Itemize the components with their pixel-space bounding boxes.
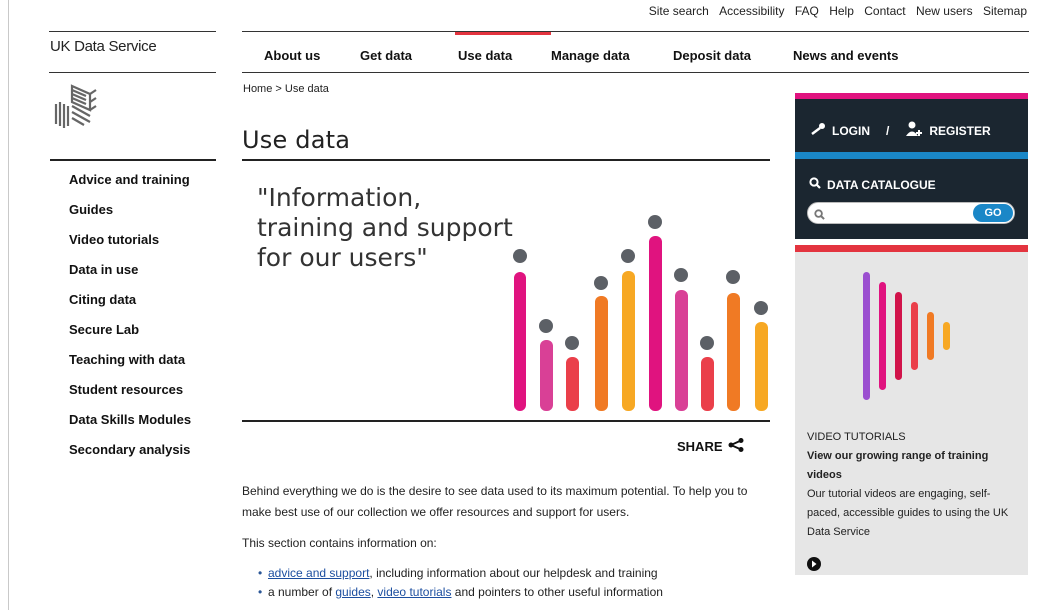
search-icon [814,207,825,225]
utility-link-faq[interactable]: FAQ [795,4,819,18]
brand-name[interactable]: UK Data Service [50,38,157,55]
sidebar-item-data-in-use[interactable]: Data in use [69,262,191,292]
hero-bar [726,270,740,411]
data-catalogue-panel: DATA CATALOGUE GO [795,152,1028,239]
login-row: LOGIN / REGISTER [810,121,991,140]
hero-bar [754,301,768,411]
brand-logo-icon[interactable] [50,80,102,137]
page-frame-left [8,0,9,610]
list-item: a number of guides, video tutorials and … [258,583,762,602]
utility-link-contact[interactable]: Contact [864,4,905,18]
main-nav-news-and-events[interactable]: News and events [793,32,913,72]
hero-bar [621,249,635,411]
hero-bar [539,319,553,411]
hero-quote-line: "Information, [257,183,422,212]
video-tutorials-link[interactable]: video tutorials [377,585,451,599]
brand-rule [49,31,216,32]
main-nav: About us Get data Use data Manage data D… [242,32,913,72]
video-graphic-bar [895,292,902,380]
list-item-text: , including information about our helpde… [369,566,658,580]
video-tutorials-text: VIDEO TUTORIALS View our growing range o… [807,428,1019,542]
guides-link[interactable]: guides [335,585,370,599]
hero-rule [242,420,770,422]
breadcrumb[interactable]: Home > Use data [243,83,329,95]
utility-link-new-users[interactable]: New users [916,4,973,18]
login-separator: / [886,123,890,138]
sidebar-item-citing-data[interactable]: Citing data [69,292,191,322]
share-label: SHARE [677,439,723,454]
sidebar-item-video-tutorials[interactable]: Video tutorials [69,232,191,262]
utility-link-help[interactable]: Help [829,4,854,18]
main-nav-deposit-data[interactable]: Deposit data [673,32,793,72]
video-kicker: VIDEO TUTORIALS [807,431,906,443]
sidebar-item-advice-and-training[interactable]: Advice and training [69,172,191,202]
hero-bar [594,276,608,411]
list-item: advice and support, including informatio… [258,564,762,583]
share-icon [728,438,744,455]
main-nav-about-us[interactable]: About us [264,32,360,72]
sidebar-rule [50,159,216,161]
list-item-text: a number of [268,585,336,599]
list-item-text: and pointers to other useful information [451,585,663,599]
page-title: Use data [242,126,351,154]
search-icon [809,177,821,192]
catalogue-search-box: GO [807,202,1015,224]
arrow-right-icon[interactable] [807,557,821,571]
video-tutorials-panel[interactable]: VIDEO TUTORIALS View our growing range o… [795,245,1028,575]
intro-paragraph: Behind everything we do is the desire to… [242,484,748,519]
video-description: Our tutorial videos are engaging, self-p… [807,488,1009,538]
hero-quote-line: training and support [257,213,513,242]
sidebar-item-secure-lab[interactable]: Secure Lab [69,322,191,352]
sidebar-item-teaching-with-data[interactable]: Teaching with data [69,352,191,382]
title-rule [242,159,770,161]
utility-link-site-search[interactable]: Site search [649,4,709,18]
data-catalogue-label: DATA CATALOGUE [827,177,936,192]
hero-bar [674,268,688,411]
utility-link-accessibility[interactable]: Accessibility [719,4,784,18]
video-graphic-bar [927,312,934,360]
brand-rule [49,72,216,73]
catalogue-search-input[interactable] [830,205,974,223]
section-intro: This section contains information on: [242,536,437,550]
main-nav-get-data[interactable]: Get data [360,32,455,72]
section-list: advice and support, including informatio… [242,564,762,602]
hero-bar [700,336,714,411]
sidebar-item-guides[interactable]: Guides [69,202,191,232]
login-panel: LOGIN / REGISTER [795,93,1028,152]
add-user-icon [905,121,923,140]
main-nav-rule [242,72,1029,73]
hero-quote-line: for our users" [257,243,428,272]
video-graphic-bar [863,272,870,400]
utility-link-sitemap[interactable]: Sitemap [983,4,1027,18]
main-nav-manage-data[interactable]: Manage data [551,32,673,72]
body-copy: Behind everything we do is the desire to… [242,481,762,602]
hero-quote: "Information, training and support for o… [257,183,513,273]
share-button[interactable]: SHARE [677,438,744,455]
hero-graphic [505,205,775,416]
video-graphic-bar [911,302,918,370]
hero-bar [648,215,662,411]
catalogue-go-button[interactable]: GO [973,204,1013,222]
data-catalogue-title: DATA CATALOGUE [809,177,936,192]
login-link[interactable]: LOGIN [832,124,870,138]
hero-bar [565,336,579,411]
video-graphic-bar [943,322,950,350]
video-graphic [855,272,965,407]
sidebar-item-secondary-analysis[interactable]: Secondary analysis [69,442,191,472]
sidebar-item-student-resources[interactable]: Student resources [69,382,191,412]
hero-bar [513,249,527,411]
sidebar-item-data-skills-modules[interactable]: Data Skills Modules [69,412,191,442]
sidebar-nav: Advice and training Guides Video tutoria… [69,172,191,472]
register-link[interactable]: REGISTER [929,124,990,138]
video-heading-link[interactable]: View our growing range of training video… [807,447,1019,485]
key-icon [810,122,826,139]
advice-and-support-link[interactable]: advice and support [268,566,369,580]
video-graphic-bar [879,282,886,390]
utility-nav: Site search Accessibility FAQ Help Conta… [642,4,1027,18]
main-nav-use-data[interactable]: Use data [455,32,551,72]
